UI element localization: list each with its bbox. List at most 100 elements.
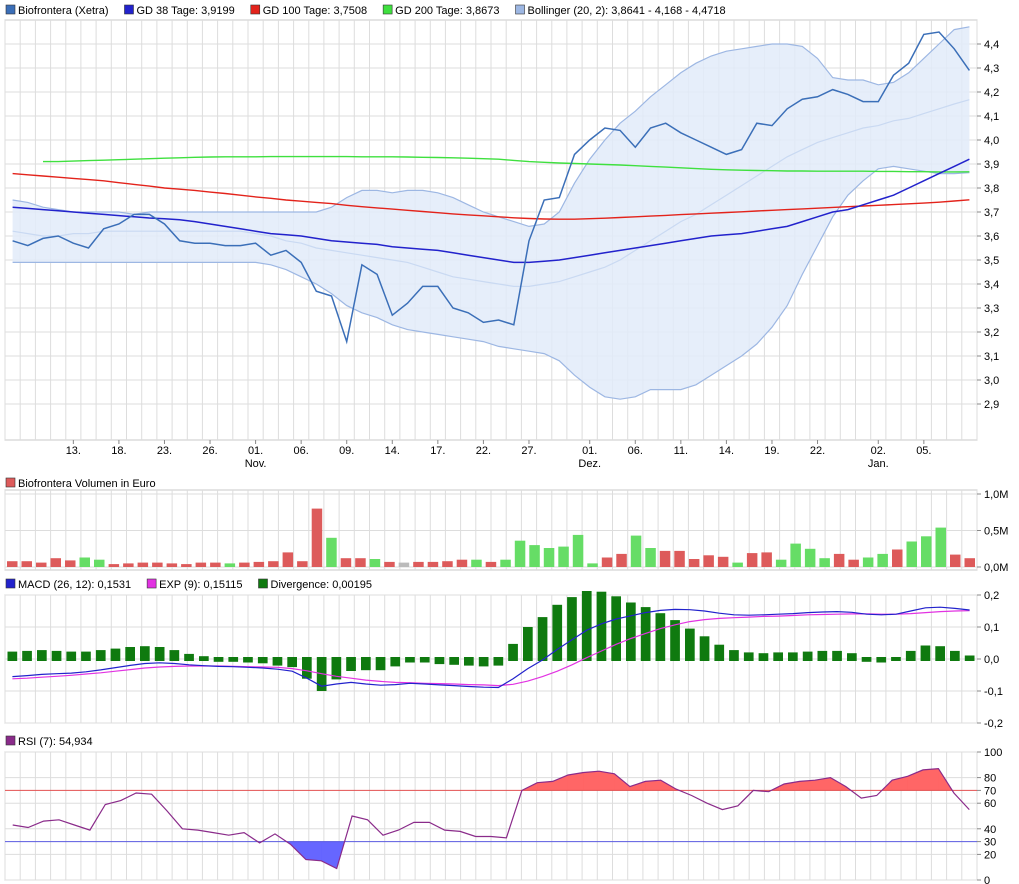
legend-label: Divergence: 0,00195: [271, 579, 373, 591]
divergence-bar: [272, 657, 283, 666]
volume-bar: [587, 563, 598, 567]
volume-bar: [558, 546, 569, 567]
x-tick-label: 17.: [430, 445, 445, 457]
volume-bar: [123, 563, 134, 567]
divergence-bar: [110, 648, 121, 661]
rsi-panel: RSI (7): 54,934 0 203040 607080 100: [4, 735, 1002, 884]
legend-swatch: [146, 578, 157, 589]
macd-y-axis: -0,2 -0,1 0,0 0,1 0,2: [977, 590, 1003, 730]
divergence-bar: [169, 650, 180, 661]
y-tick-label: 4,3: [984, 63, 999, 75]
volume-bar: [732, 562, 743, 567]
x-tick-label: 13.: [66, 445, 81, 457]
divergence-bar: [802, 651, 813, 661]
x-tick-label: 01.: [582, 445, 597, 457]
volume-bar: [964, 558, 975, 567]
volume-bar: [514, 540, 526, 567]
volume-bar: [616, 553, 627, 567]
y-tick-label: -0,2: [984, 718, 1003, 730]
volume-bar: [543, 548, 555, 567]
divergence-bar: [950, 650, 960, 661]
volume-bar: [688, 559, 700, 567]
y-tick-label: 30: [984, 837, 996, 849]
volume-bar: [152, 562, 163, 567]
y-tick-label: 0,0M: [984, 562, 1008, 574]
divergence-bar: [832, 650, 842, 661]
volume-bar: [746, 553, 758, 567]
legend-label: MACD (26, 12): 0,1531: [18, 579, 131, 591]
legend-swatch: [382, 4, 393, 15]
divergence-bar: [213, 657, 224, 662]
x-tick-label: 14.: [719, 445, 734, 457]
divergence-bar: [7, 651, 18, 661]
volume-bar: [166, 563, 178, 567]
volume-bar: [297, 561, 308, 567]
volume-bar: [94, 559, 105, 567]
x-tick-label: 11.: [674, 445, 688, 457]
volume-bar: [369, 559, 381, 567]
x-tick-sublabel: Jan.: [868, 458, 889, 470]
y-tick-label: 3,5: [984, 255, 999, 267]
divergence-bar: [302, 657, 312, 679]
y-tick-label: 3,8: [984, 183, 999, 195]
divergence-bar: [51, 650, 62, 661]
legend-swatch: [5, 578, 16, 589]
divergence-bar: [920, 645, 931, 661]
divergence-bar: [154, 647, 165, 661]
divergence-bar: [257, 657, 268, 664]
volume-bar: [108, 564, 120, 567]
volume-bar: [36, 562, 47, 567]
divergence-bar: [361, 657, 371, 671]
volume-bar: [326, 537, 337, 567]
volume-bar: [65, 560, 76, 567]
x-tick-label: 05.: [916, 445, 931, 457]
legend-label: GD 38 Tage: 3,9199: [136, 5, 234, 17]
y-tick-label: 3,0: [984, 375, 999, 387]
price-legend: Biofrontera (Xetra) GD 38 Tage: 3,9199 GD …: [5, 4, 726, 17]
divergence-bar: [876, 657, 887, 663]
legend-swatch: [5, 477, 16, 488]
volume-bar: [500, 559, 511, 567]
volume-bar: [355, 558, 366, 567]
divergence-bar: [847, 653, 857, 661]
volume-bar: [659, 550, 671, 567]
y-tick-label: 3,1: [984, 351, 999, 363]
x-tick-label: 27.: [521, 445, 536, 457]
y-tick-label: 0,1: [984, 622, 999, 634]
volume-bar: [311, 508, 323, 567]
volume-bar: [804, 548, 816, 568]
volume-bar: [790, 543, 801, 567]
rsi-legend: RSI (7): 54,934: [5, 735, 93, 748]
volume-bar: [935, 527, 946, 567]
divergence-bar: [655, 613, 666, 661]
y-tick-label: 60: [984, 798, 996, 810]
x-tick-label: 19.: [764, 445, 779, 457]
divergence-bar: [66, 651, 77, 661]
divergence-bar: [891, 657, 901, 661]
x-tick-label: 14.: [385, 445, 400, 457]
volume-bar: [79, 557, 90, 567]
legend-swatch: [515, 4, 525, 15]
y-tick-label: 40: [984, 824, 996, 836]
divergence-bar: [22, 650, 32, 661]
divergence-bar: [243, 657, 253, 663]
volume-bar: [398, 562, 410, 567]
volume-bar: [21, 561, 32, 567]
volume-bar: [703, 555, 714, 567]
x-tick-label: 06.: [628, 445, 643, 457]
divergence-bar: [140, 646, 150, 661]
divergence-bar: [199, 656, 209, 661]
y-tick-label: 3,4: [984, 279, 999, 291]
volume-bar: [224, 563, 236, 567]
x-tick-sublabel: Nov.: [245, 458, 267, 470]
volume-bar: [645, 548, 656, 567]
volume-bar: [848, 559, 859, 567]
legend-swatch: [250, 4, 261, 15]
divergence-bar: [508, 643, 518, 661]
y-tick-label: 3,7: [984, 207, 999, 219]
volume-bar: [761, 552, 772, 567]
divergence-bar: [95, 650, 106, 661]
legend-label: GD 200 Tage: 3,8673: [395, 5, 499, 17]
divergence-bar: [287, 657, 297, 668]
divergence-bar: [375, 657, 386, 671]
